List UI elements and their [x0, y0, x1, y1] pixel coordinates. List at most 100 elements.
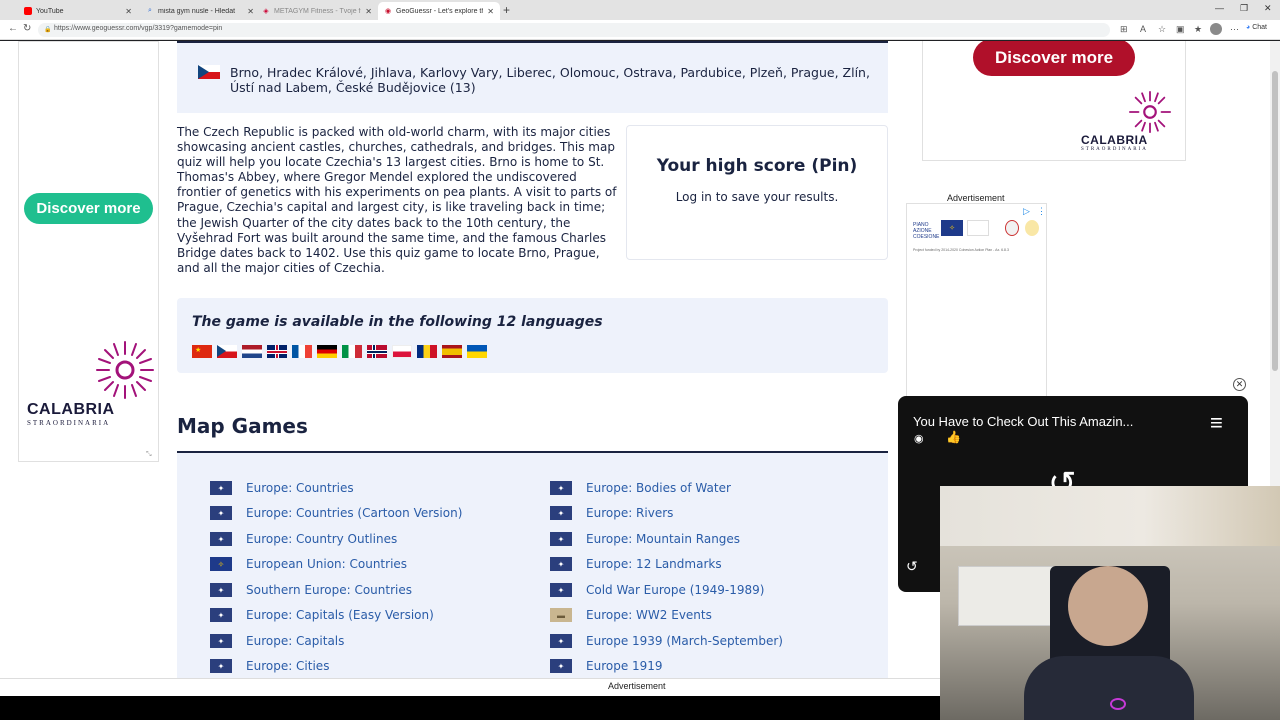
game-link[interactable]: ✦ Europe: 12 Landmarks	[550, 556, 722, 572]
cities-list: Brno, Hradec Králové, Jihlava, Karlovy V…	[230, 65, 870, 95]
favorites-list-icon[interactable]: ★	[1194, 24, 1202, 35]
more-icon[interactable]: ⋯	[1230, 24, 1239, 35]
ukraine-flag-icon[interactable]	[467, 345, 487, 358]
ad-menu-icon[interactable]: ⋮	[1037, 206, 1046, 217]
discover-more-button[interactable]: Discover more	[973, 41, 1135, 76]
europe-map-icon: ✦	[550, 659, 572, 673]
uk-flag-icon[interactable]	[267, 345, 287, 358]
romania-flag-icon[interactable]	[417, 345, 437, 358]
back-icon[interactable]: ←	[8, 23, 18, 34]
game-link[interactable]: ▬ Europe: WW2 Events	[550, 607, 712, 623]
poland-flag-icon[interactable]	[392, 345, 412, 358]
eu-flag-icon: ✧	[210, 557, 232, 571]
calabria-wordmark: CALABRIA	[27, 401, 115, 418]
tab-search[interactable]: ⌕ mista gym nusle - Hledat ✕	[140, 2, 260, 20]
language-flags: ★	[192, 345, 487, 358]
game-label[interactable]: Europe: Bodies of Water	[586, 481, 731, 495]
game-label[interactable]: Europe: Cities	[246, 659, 329, 673]
game-link[interactable]: ✦ Europe: Capitals (Easy Version)	[210, 607, 434, 623]
close-icon[interactable]: ✕	[125, 7, 132, 16]
youtube-icon	[24, 7, 32, 15]
left-advertisement[interactable]: Discover more CALABRIA STRAORDINARIA ⤡	[18, 41, 159, 462]
europe-map-icon: ✦	[210, 481, 232, 495]
game-link[interactable]: ✦ Europe: Bodies of Water	[550, 480, 731, 496]
europe-map-icon: ✦	[550, 583, 572, 597]
game-link[interactable]: ✦ Cold War Europe (1949-1989)	[550, 582, 764, 598]
netherlands-flag-icon[interactable]	[242, 345, 262, 358]
game-link[interactable]: ✦ Southern Europe: Countries	[210, 582, 412, 598]
taskbar	[0, 696, 940, 720]
reload-icon[interactable]: ↻	[23, 23, 31, 34]
close-window-icon[interactable]: ✕	[1264, 3, 1272, 14]
tab-youtube[interactable]: YouTube ✕	[18, 2, 138, 20]
video-close-button[interactable]: ✕	[1233, 378, 1246, 391]
game-label[interactable]: Europe: Mountain Ranges	[586, 532, 740, 546]
game-label[interactable]: Cold War Europe (1949-1989)	[586, 583, 764, 597]
game-label[interactable]: Europe: WW2 Events	[586, 608, 712, 622]
ad-choices-icon[interactable]: ⤡	[146, 451, 152, 459]
avatar[interactable]	[1210, 23, 1222, 35]
game-label[interactable]: Europe: Countries (Cartoon Version)	[246, 506, 462, 520]
apps-icon[interactable]: ⊞	[1120, 24, 1128, 35]
game-link[interactable]: ✦ Europe: Countries	[210, 480, 354, 496]
address-bar[interactable]: 🔒 https://www.geoguessr.com/vgp/3319?gam…	[38, 23, 1110, 37]
eu-flag-icon: ✧	[941, 220, 963, 236]
game-link[interactable]: ✦ Europe: Rivers	[550, 505, 673, 521]
game-link[interactable]: ✦ Europe 1939 (March-September)	[550, 633, 783, 649]
like-icon[interactable]: 👍	[946, 430, 961, 444]
calabria-sun-icon	[96, 341, 154, 399]
close-icon[interactable]: ✕	[365, 7, 372, 16]
new-tab-button[interactable]: +	[503, 3, 510, 17]
game-label[interactable]: Europe: Country Outlines	[246, 532, 397, 546]
search-icon: ⌕	[148, 7, 152, 14]
tab-metagym[interactable]: ◈ METAGYM Fitness - Tvoje fitko za... ✕	[256, 2, 378, 20]
game-link[interactable]: ✦ Europe: Capitals	[210, 633, 344, 649]
read-aloud-icon[interactable]: A	[1140, 24, 1146, 34]
browser-tab-bar: YouTube ✕ ⌕ mista gym nusle - Hledat ✕ ◈…	[0, 0, 1280, 20]
france-flag-icon[interactable]	[292, 345, 312, 358]
spain-flag-icon[interactable]	[442, 345, 462, 358]
eu-advertisement[interactable]: PIANO AZIONE COESIONE ✧ Project funded by …	[906, 203, 1047, 398]
game-link[interactable]: ✦ Europe: Countries (Cartoon Version)	[210, 505, 462, 521]
italy-flag-icon[interactable]	[342, 345, 362, 358]
close-icon[interactable]: ✕	[247, 7, 254, 16]
europe-map-icon: ✦	[550, 634, 572, 648]
game-label[interactable]: European Union: Countries	[246, 557, 407, 571]
tab-title: mista gym nusle - Hledat	[158, 7, 236, 15]
game-link[interactable]: ✦ Europe 1919	[550, 658, 663, 674]
game-link[interactable]: ✦ Europe: Country Outlines	[210, 531, 397, 547]
ad-choices-icon[interactable]: ▷	[1023, 206, 1030, 217]
norway-flag-icon[interactable]	[367, 345, 387, 358]
replay-small-icon[interactable]: ↺	[906, 558, 918, 575]
video-title: You Have to Check Out This Amazin...	[913, 414, 1134, 429]
login-prompt[interactable]: Log in to save your results.	[627, 190, 887, 204]
collections-icon[interactable]: ▣	[1176, 24, 1185, 35]
maximize-icon[interactable]: ❐	[1240, 3, 1248, 14]
game-link[interactable]: ✦ Europe: Mountain Ranges	[550, 531, 740, 547]
germany-flag-icon[interactable]	[317, 345, 337, 358]
chat-button[interactable]: ◕ Chat	[1246, 24, 1267, 31]
game-link[interactable]: ✦ Europe: Cities	[210, 658, 329, 674]
calabria-logo: CALABRIA STRAORDINARIA	[27, 338, 154, 433]
game-label[interactable]: Europe: Rivers	[586, 506, 673, 520]
cities-box: Brno, Hradec Králové, Jihlava, Karlovy V…	[177, 43, 888, 113]
close-icon[interactable]: ✕	[487, 7, 494, 16]
scrollbar-thumb[interactable]	[1272, 71, 1278, 371]
favorite-icon[interactable]: ☆	[1158, 24, 1166, 35]
game-label[interactable]: Europe: Capitals	[246, 634, 344, 648]
czech-flag-icon[interactable]	[217, 345, 237, 358]
game-label[interactable]: Europe 1939 (March-September)	[586, 634, 783, 648]
minimize-icon[interactable]: —	[1215, 3, 1224, 13]
right-advertisement[interactable]: Discover more CALABRIA STRAORDINARIA	[922, 41, 1186, 161]
game-label[interactable]: Europe: 12 Landmarks	[586, 557, 722, 571]
tab-geoguessr[interactable]: ◉ GeoGuessr - Let's explore the wor... ✕	[378, 2, 500, 20]
region-emblem-icon	[1025, 220, 1039, 236]
china-flag-icon[interactable]: ★	[192, 345, 212, 358]
game-label[interactable]: Europe: Countries	[246, 481, 354, 495]
europe-map-icon: ✦	[550, 557, 572, 571]
discover-more-button[interactable]: Discover more	[24, 193, 153, 224]
game-label[interactable]: Southern Europe: Countries	[246, 583, 412, 597]
game-label[interactable]: Europe 1919	[586, 659, 663, 673]
game-link[interactable]: ✧ European Union: Countries	[210, 556, 407, 572]
game-label[interactable]: Europe: Capitals (Easy Version)	[246, 608, 434, 622]
